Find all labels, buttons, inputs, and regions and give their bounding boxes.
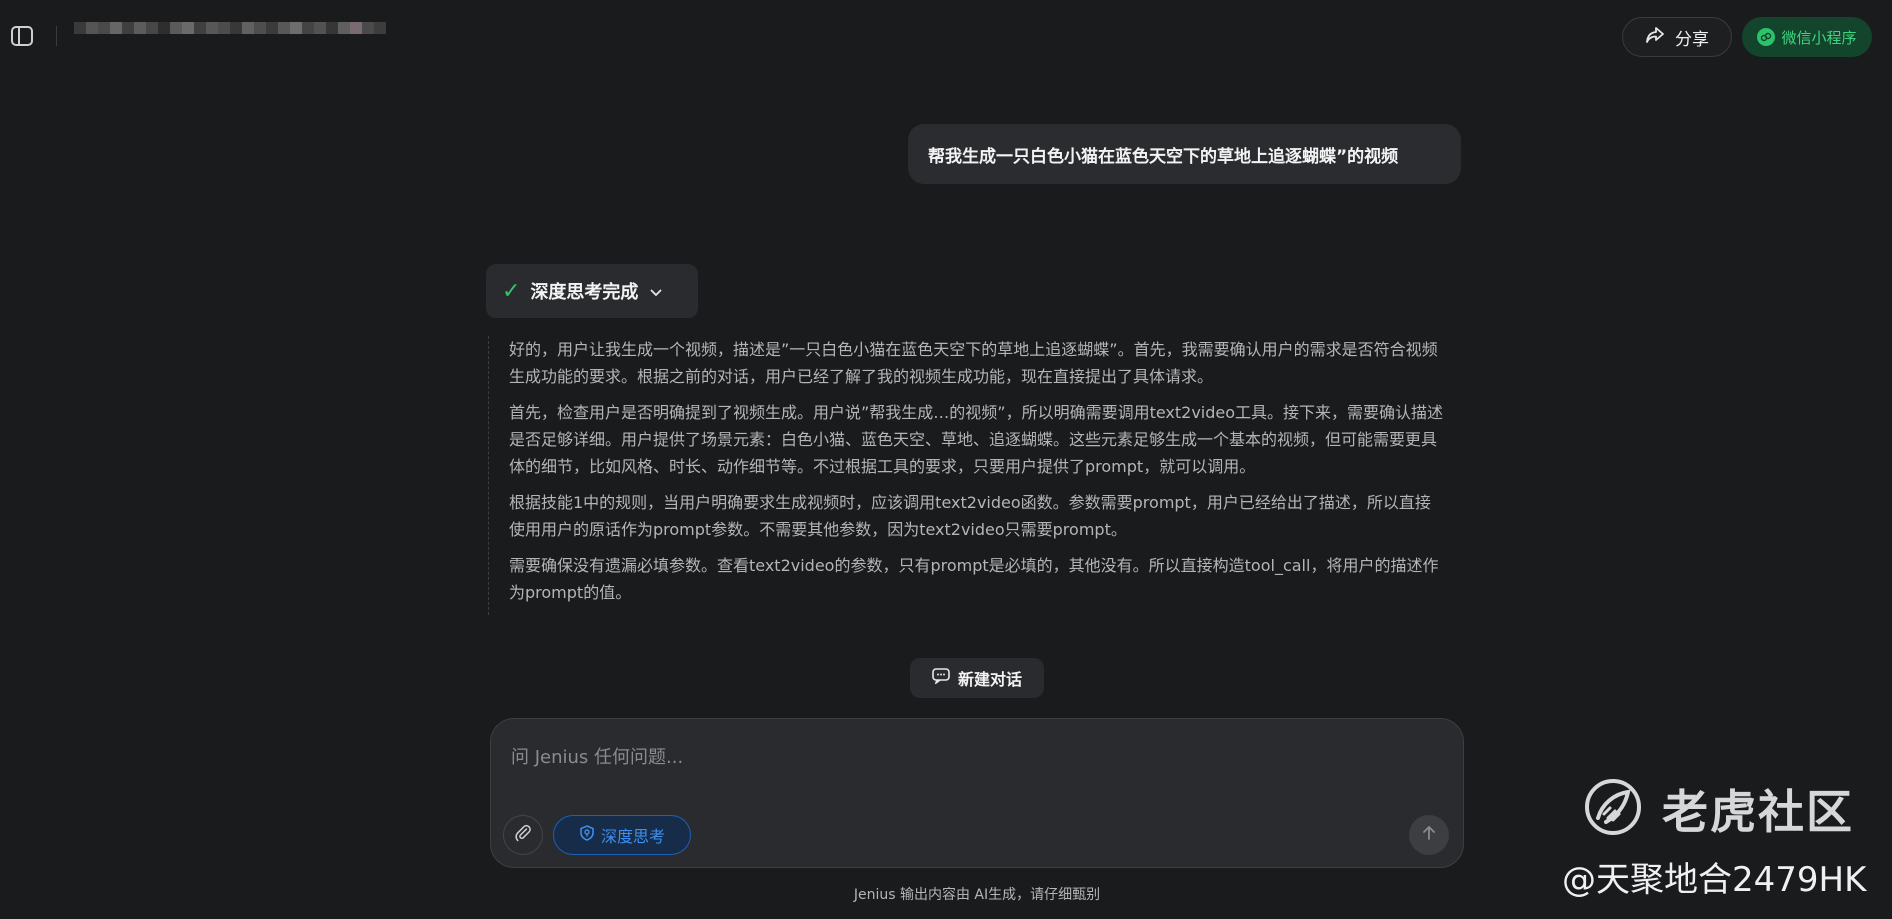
share-label: 分享	[1675, 29, 1709, 50]
new-chat-icon	[932, 668, 950, 688]
thinking-paragraph: 需要确保没有遗漏必填参数。查看text2video的参数，只有prompt是必填…	[509, 556, 1439, 602]
deep-think-toggle[interactable]: 深度思考	[553, 815, 691, 855]
thinking-paragraph: 根据技能1中的规则，当用户明确要求生成视频时，应该调用text2video函数。…	[509, 493, 1431, 539]
arrow-up-icon	[1421, 825, 1437, 845]
user-message-bubble: 帮我生成一只白色小猫在蓝色天空下的草地上追逐蝴蝶”的视频	[908, 124, 1461, 184]
new-chat-label: 新建对话	[957, 670, 1022, 689]
app-root: 分享 微信小程序 帮我生成一只白色小猫在蓝色天空下的草地上追逐蝴蝶”的视频 ✓ …	[0, 0, 1892, 919]
sidebar-toggle-icon[interactable]	[10, 24, 34, 48]
check-icon: ✓	[502, 278, 521, 304]
wechat-miniprogram-icon	[1757, 28, 1776, 46]
deep-think-label: 深度思考	[600, 827, 665, 846]
thinking-paragraph: 好的，用户让我生成一个视频，描述是”一只白色小猫在蓝色天空下的草地上追逐蝴蝶”。…	[509, 340, 1438, 386]
share-icon	[1645, 26, 1665, 49]
user-message-text: 帮我生成一只白色小猫在蓝色天空下的草地上追逐蝴蝶”的视频	[928, 146, 1399, 167]
attach-button[interactable]	[503, 815, 543, 855]
watermark-handle: @天聚地合2479HK	[1562, 860, 1867, 900]
deep-think-icon	[579, 825, 595, 845]
wechat-label: 微信小程序	[1781, 28, 1857, 47]
tiger-community-logo-icon	[1584, 778, 1642, 836]
paperclip-icon	[514, 824, 532, 846]
header-divider	[56, 26, 57, 46]
thinking-paragraph: 首先，检查用户是否明确提到了视频生成。用户说”帮我生成…的视频”，所以明确需要调…	[509, 403, 1444, 476]
watermark-brand: 老虎社区	[1662, 785, 1854, 839]
blurred-conversation-title	[74, 22, 386, 34]
wechat-miniprogram-button[interactable]: 微信小程序	[1742, 17, 1872, 57]
thinking-status-label: 深度思考完成	[530, 282, 639, 303]
share-button[interactable]: 分享	[1622, 17, 1732, 57]
thinking-content: 好的，用户让我生成一个视频，描述是”一只白色小猫在蓝色天空下的草地上追逐蝴蝶”。…	[488, 336, 1446, 615]
chevron-down-icon	[650, 281, 663, 302]
new-chat-button[interactable]: 新建对话	[910, 658, 1044, 698]
send-button[interactable]	[1409, 815, 1449, 855]
message-composer: 深度思考	[490, 718, 1464, 868]
message-input[interactable]	[509, 737, 1439, 777]
thinking-collapse-toggle[interactable]: ✓ 深度思考完成	[486, 264, 698, 318]
